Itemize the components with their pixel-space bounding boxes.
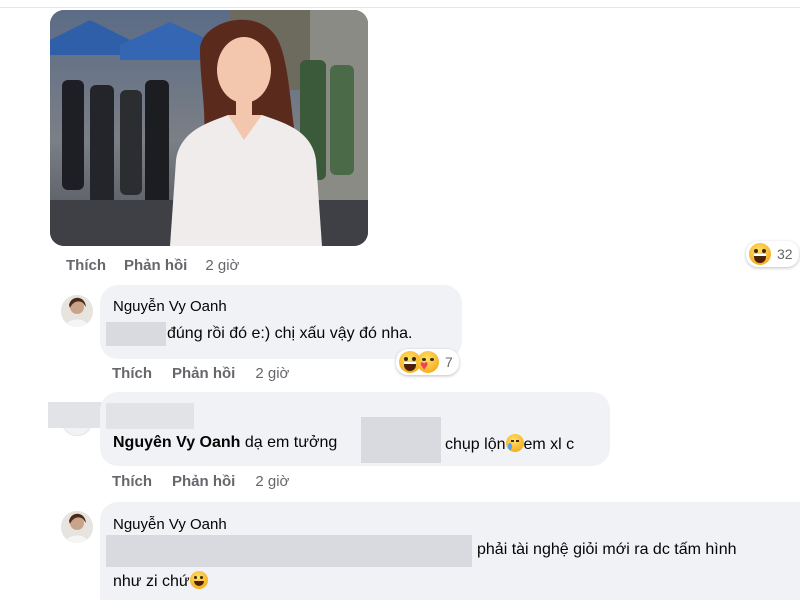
comment-text: phải tài nghệ giỏi mới ra dc tấm hình bbox=[477, 541, 737, 558]
comment-like-button[interactable]: Thích bbox=[112, 473, 152, 490]
comment-text: như zi chứ bbox=[113, 571, 208, 591]
comment-author[interactable]: Nguyễn Vy Oanh bbox=[113, 298, 227, 315]
top-divider bbox=[0, 7, 800, 8]
comment-reply-button[interactable]: Phản hồi bbox=[172, 365, 235, 382]
comment-text-part: em xl c bbox=[523, 436, 575, 453]
comment-author[interactable]: Nguyễn Vy Oanh bbox=[113, 516, 227, 533]
haha-emoji-icon bbox=[749, 243, 771, 265]
redacted-mention bbox=[361, 417, 441, 463]
comment-text-part: chụp lộn bbox=[445, 436, 506, 453]
photo-illustration bbox=[50, 10, 368, 246]
mentioned-user[interactable]: Nguyên Vy Oanh bbox=[113, 434, 240, 451]
redacted-mention bbox=[106, 322, 166, 346]
comment-text: chụp lộn em xl c bbox=[445, 434, 574, 454]
post-like-button[interactable]: Thích bbox=[66, 257, 106, 274]
post-actions: Thích Phản hồi 2 giờ bbox=[66, 257, 239, 274]
post-timestamp[interactable]: 2 giờ bbox=[205, 257, 239, 274]
post-reaction-summary[interactable]: 32 bbox=[746, 241, 799, 267]
post-reaction-count: 32 bbox=[777, 246, 793, 262]
grinning-face-icon bbox=[189, 571, 208, 589]
care-emoji-icon bbox=[417, 351, 439, 373]
comment-like-button[interactable]: Thích bbox=[112, 365, 152, 382]
post-photo[interactable] bbox=[50, 10, 368, 246]
comment-timestamp[interactable]: 2 giờ bbox=[255, 473, 289, 490]
avatar[interactable] bbox=[61, 295, 93, 327]
redacted-mention bbox=[106, 535, 472, 567]
comment-text: đúng rồi đó e:) chị xấu vậy đó nha. bbox=[167, 325, 413, 342]
comment-reaction-count: 7 bbox=[445, 354, 453, 370]
comment-text-part: như zi chứ bbox=[113, 573, 190, 590]
avatar-photo bbox=[61, 295, 93, 327]
comment-timestamp[interactable]: 2 giờ bbox=[255, 365, 289, 382]
avatar-photo bbox=[61, 511, 93, 543]
comment-reply-button[interactable]: Phản hồi bbox=[172, 473, 235, 490]
crying-face-icon bbox=[505, 434, 524, 452]
comment-reaction-summary[interactable]: 7 bbox=[396, 349, 459, 375]
comment-text: Nguyên Vy Oanh dạ em tưởng bbox=[113, 434, 337, 452]
comment-actions: Thích Phản hồi 2 giờ bbox=[112, 473, 289, 490]
avatar[interactable] bbox=[61, 511, 93, 543]
redacted-author bbox=[106, 403, 194, 429]
comment-actions: Thích Phản hồi 2 giờ bbox=[112, 365, 289, 382]
post-reply-button[interactable]: Phản hồi bbox=[124, 257, 187, 274]
comment-text-part: dạ em tưởng bbox=[244, 434, 338, 451]
